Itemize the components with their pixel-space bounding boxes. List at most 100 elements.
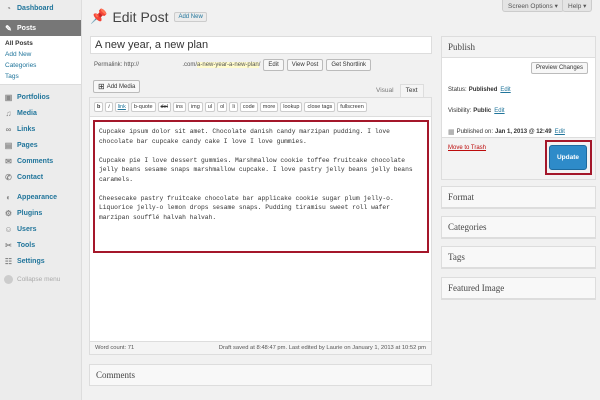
pages-icon: ▤ <box>4 140 13 150</box>
submenu-all-posts[interactable]: All Posts <box>0 38 81 49</box>
posts-icon: ✎ <box>5 23 12 33</box>
plugins-icon: ⚙ <box>4 208 13 218</box>
links-icon: ∞ <box>5 124 12 134</box>
categories-metabox-title: Categories <box>442 217 595 238</box>
comments-metabox-title: Comments <box>96 370 136 380</box>
help-button[interactable]: Help ▾ <box>562 0 593 12</box>
tab-text[interactable]: Text <box>399 84 424 97</box>
sidebar-item-users[interactable]: ☺ Users <box>0 221 81 237</box>
content-paragraph: Cupcake ipsum dolor sit amet. Chocolate … <box>99 128 390 145</box>
sidebar-item-settings[interactable]: ☷ Settings <box>0 253 81 269</box>
get-shortlink-button[interactable]: Get Shortlink <box>326 59 372 71</box>
screen-options-button[interactable]: Screen Options ▾ <box>502 0 564 12</box>
qt-fullscreen-button[interactable]: fullscreen <box>337 102 367 112</box>
dashboard-icon: ◔ <box>6 3 11 13</box>
sidebar-item-tools[interactable]: ✂ Tools <box>0 237 81 253</box>
settings-icon: ☷ <box>4 256 13 266</box>
pushpin-icon: 📌 <box>90 8 108 24</box>
calendar-icon: ▦ <box>448 129 455 136</box>
publish-actions: Move to Trash Update <box>442 137 595 179</box>
editor-status-bar: Word count: 71 Draft saved at 8:48:47 pm… <box>90 341 431 354</box>
sidebar-item-comments[interactable]: ✉ Comments <box>0 153 81 169</box>
permalink-row: Permalink: http:// .com/ a-new-year-a-ne… <box>94 59 372 71</box>
media-icon: ♫ <box>5 108 12 118</box>
post-editor: b i link b-quote del ins img ul ol li co… <box>89 97 432 355</box>
format-metabox-title: Format <box>442 187 595 208</box>
sidebar-item-pages[interactable]: ▤ Pages <box>0 137 81 153</box>
content-paragraph: Cheesecake pastry fruitcake chocolate ba… <box>99 194 394 221</box>
sidebar-item-portfolios[interactable]: ▣ Portfolios <box>0 89 81 105</box>
categories-metabox[interactable]: Categories <box>441 216 596 239</box>
contact-icon: ✆ <box>5 172 12 182</box>
permalink-slug[interactable]: a-new-year-a-new-plan <box>197 62 259 68</box>
qt-li-button[interactable]: li <box>229 102 238 112</box>
view-post-button[interactable]: View Post <box>286 59 324 71</box>
edit-status-link[interactable]: Edit <box>500 87 510 93</box>
comments-metabox[interactable]: Comments <box>89 364 432 386</box>
submenu-add-new[interactable]: Add New <box>0 49 81 60</box>
publish-metabox: Publish Preview Changes Status: Publishe… <box>441 36 596 180</box>
permalink-domain-blank <box>139 62 182 68</box>
qt-bold-button[interactable]: b <box>94 102 104 112</box>
sidebar-item-plugins[interactable]: ⚙ Plugins <box>0 205 81 221</box>
edit-permalink-button[interactable]: Edit <box>263 59 284 71</box>
post-title-input[interactable] <box>90 36 432 54</box>
qt-img-button[interactable]: img <box>187 102 203 112</box>
sidebar-item-posts[interactable]: ✎ Posts <box>0 20 81 36</box>
qt-lookup-button[interactable]: lookup <box>280 102 303 112</box>
sidebar-item-appearance[interactable]: ◐ Appearance <box>0 189 81 205</box>
tags-metabox[interactable]: Tags <box>441 246 596 269</box>
featured-image-metabox[interactable]: Featured Image <box>441 277 596 300</box>
qt-ins-button[interactable]: ins <box>172 102 186 112</box>
qt-link-button[interactable]: link <box>114 102 129 112</box>
move-to-trash-link[interactable]: Move to Trash <box>448 145 486 151</box>
submenu-tags[interactable]: Tags <box>0 71 81 82</box>
qt-ul-button[interactable]: ul <box>204 102 216 112</box>
tools-icon: ✂ <box>5 240 12 250</box>
sidebar-item-dashboard[interactable]: ◔ Dashboard <box>0 0 81 16</box>
update-button[interactable]: Update <box>549 145 587 170</box>
admin-sidebar: ◔ Dashboard ✎ Posts All Posts Add New Cate… <box>0 0 82 400</box>
page-title: Edit Post <box>112 8 169 25</box>
add-media-button[interactable]: ⊞ Add Media <box>93 80 141 93</box>
quicktags-toolbar: b i link b-quote del ins img ul ol li co… <box>90 98 431 117</box>
submenu-categories[interactable]: Categories <box>0 60 81 71</box>
add-new-button[interactable]: Add New <box>174 11 207 22</box>
qt-blockquote-button[interactable]: b-quote <box>130 102 156 112</box>
permalink-label: Permalink: http:// <box>94 62 140 68</box>
visibility-value: Public <box>473 108 492 114</box>
tab-visual[interactable]: Visual <box>370 84 400 97</box>
sidebar-item-links[interactable]: ∞ Links <box>0 121 81 137</box>
post-content-textarea[interactable]: Cupcake ipsum dolor sit amet. Chocolate … <box>93 120 429 253</box>
users-icon: ☺ <box>4 224 13 234</box>
featured-image-metabox-title: Featured Image <box>442 278 595 299</box>
qt-italic-button[interactable]: i <box>105 102 113 112</box>
visibility-row: Visibility: Public Edit <box>448 108 505 114</box>
qt-ol-button[interactable]: ol <box>217 102 228 112</box>
published-date-value: Jan 1, 2013 @ 12:49 <box>495 129 552 135</box>
edit-date-link[interactable]: Edit <box>555 129 565 135</box>
appearance-icon: ◐ <box>6 192 11 202</box>
posts-submenu: All Posts Add New Categories Tags <box>0 36 81 85</box>
content-paragraph: Cupcake pie I love dessert gummies. Mars… <box>99 156 413 183</box>
permalink-end: / <box>258 62 261 68</box>
portfolios-icon: ▣ <box>4 92 13 102</box>
qt-close-tags-button[interactable]: close tags <box>304 102 336 112</box>
publish-metabox-title: Publish <box>442 37 595 58</box>
permalink-base: .com/ <box>182 62 198 68</box>
qt-del-button[interactable]: del <box>157 102 171 112</box>
tags-metabox-title: Tags <box>442 247 595 268</box>
draft-status: Draft saved at 8:48:47 pm. Last edited b… <box>218 345 426 351</box>
edit-visibility-link[interactable]: Edit <box>494 108 504 114</box>
collapse-menu-button[interactable]: Collapse menu <box>0 269 81 290</box>
sidebar-item-media[interactable]: ♫ Media <box>0 105 81 121</box>
sidebar-item-contact[interactable]: ✆ Contact <box>0 169 81 185</box>
post-status-row: Status: Published Edit <box>448 87 511 93</box>
preview-changes-button[interactable]: Preview Changes <box>530 62 588 74</box>
page-header: 📌 Edit Post Add New <box>90 8 207 25</box>
qt-code-button[interactable]: code <box>239 102 258 112</box>
published-date-row: ▦ Published on: Jan 1, 2013 @ 12:49 Edit <box>448 129 565 136</box>
format-metabox[interactable]: Format <box>441 186 596 209</box>
qt-more-button[interactable]: more <box>259 102 279 112</box>
editor-tabs: Visual Text <box>370 84 424 97</box>
